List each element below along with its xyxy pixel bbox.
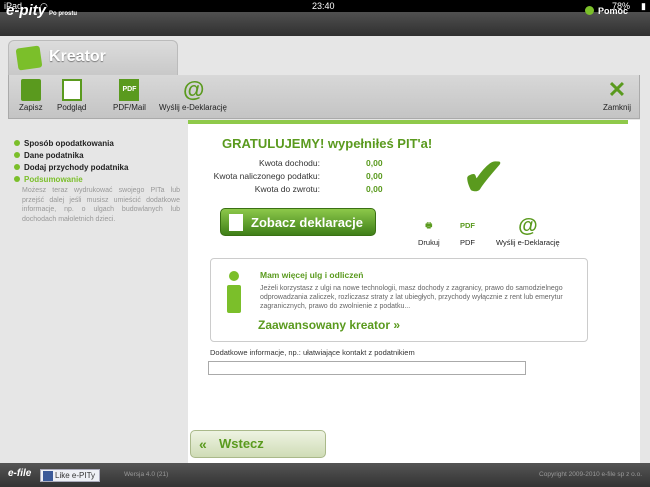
app-logo: e-pity Po prostu (6, 2, 78, 19)
print-button[interactable]: 🖶 Drukuj (418, 216, 440, 247)
facebook-icon (43, 471, 53, 481)
battery-icon: ▮ (641, 1, 646, 11)
double-chevron-right-icon: » (393, 318, 401, 332)
document-icon (229, 214, 243, 231)
facebook-like-button[interactable]: Like e-PITy (40, 469, 101, 482)
bullet-icon (14, 152, 20, 158)
save-button[interactable]: Zapisz (19, 79, 43, 112)
pdf-mail-button[interactable]: PDF PDF/Mail (113, 79, 146, 112)
at-icon: @ (182, 77, 205, 102)
bullet-icon (14, 164, 20, 170)
tax-value: 0,00 (366, 171, 383, 181)
at-icon: @ (518, 215, 538, 237)
back-button[interactable]: «Wstecz (190, 430, 326, 458)
double-chevron-left-icon: « (199, 436, 207, 452)
additional-info-input[interactable] (208, 361, 526, 375)
document-icon (61, 79, 82, 101)
version-text: Wersja 4.0 (21) (124, 471, 169, 478)
kreator-tab: Kreator (8, 40, 178, 76)
sidebar-item-sposob[interactable]: Sposób opodatkowania (14, 139, 114, 148)
help-icon (584, 6, 594, 15)
additional-info-label: Dodatkowe informacje, np.: ułatwiające k… (210, 348, 415, 357)
preview-button[interactable]: Podgląd (57, 79, 86, 112)
disk-icon (20, 79, 41, 101)
help-button[interactable]: Pomoc (584, 6, 628, 16)
efile-logo: e-file (8, 468, 32, 479)
kreator-icon (15, 45, 43, 71)
checkmark-icon: ✔ (462, 149, 506, 207)
ulgi-title: Mam więcej ulg i odliczeń (260, 270, 364, 280)
pdf-icon: PDF (460, 221, 475, 230)
sidebar-description: Możesz teraz wydrukować swojego PITa lub… (22, 187, 180, 223)
send-edeklaracja-button[interactable]: @ Wyślij e-Deklarację (159, 77, 227, 113)
income-label: Kwota dochodu: (259, 158, 320, 168)
clock: 23:40 (312, 1, 335, 11)
bullet-icon (14, 176, 20, 182)
close-button[interactable]: ✕ Zamknij (603, 77, 631, 113)
sidebar-item-podsumowanie[interactable]: Podsumowanie (14, 175, 83, 184)
toolbar: Zapisz Podgląd PDF PDF/Mail @ Wyślij e-Dek… (8, 75, 640, 119)
info-icon (225, 271, 243, 315)
congrats-title: GRATULUJEMY! wypełniłeś PIT'a! (222, 136, 433, 151)
tax-label: Kwota naliczonego podatku: (213, 171, 320, 181)
kreator-title: Kreator (49, 48, 106, 65)
status-bar: iPad ◠ 23:40 78% ▮ (0, 0, 650, 12)
pdf-button[interactable]: PDF PDF (460, 216, 475, 247)
advanced-wizard-link[interactable]: Zaawansowany kreator » (258, 318, 400, 332)
send-button[interactable]: @ Wyślij e-Deklarację (496, 216, 560, 247)
copyright-text: Copyright 2009-2010 e-file sp z o.o. (539, 471, 642, 478)
printer-icon: 🖶 (425, 221, 433, 230)
bullet-icon (14, 140, 20, 146)
pdf-icon: PDF (119, 79, 140, 101)
refund-value: 0,00 (366, 184, 383, 194)
sidebar-item-dane[interactable]: Dane podatnika (14, 151, 84, 160)
refund-label: Kwota do zwrotu: (254, 184, 320, 194)
close-icon: ✕ (607, 77, 627, 102)
ulgi-text: Jeżeli korzystasz z ulgi na nowe technol… (260, 285, 563, 310)
app-header (0, 12, 650, 36)
sidebar-item-przychody[interactable]: Dodaj przychody podatnika (14, 163, 128, 172)
show-declaration-button[interactable]: Zobacz deklaracje (220, 208, 376, 236)
income-value: 0,00 (366, 158, 383, 168)
